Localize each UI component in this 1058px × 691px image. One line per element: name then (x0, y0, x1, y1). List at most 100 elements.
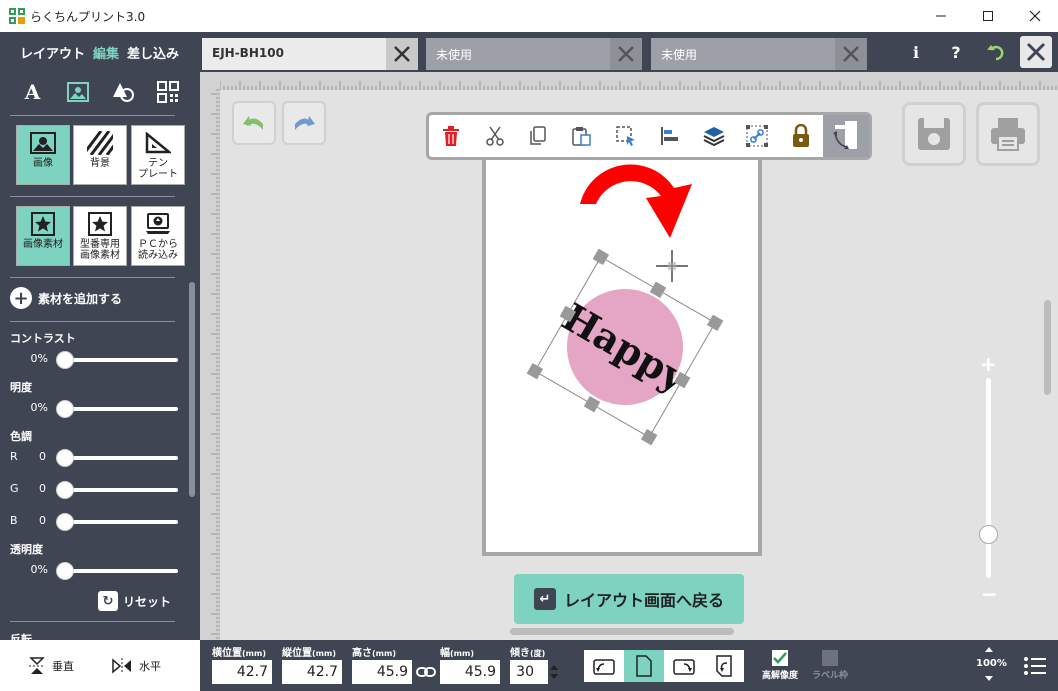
label-frame-toggle[interactable]: ラベル枠 (812, 650, 848, 681)
info-button[interactable]: i (900, 36, 932, 68)
cut-button[interactable] (473, 115, 517, 157)
ruler-triangle-icon (143, 130, 173, 156)
document-tab-1[interactable]: EJH-BH100 (202, 38, 418, 70)
reset-icon: ↻ (98, 591, 118, 611)
green-slider-track[interactable] (66, 488, 178, 492)
brightness-value: 0% (30, 401, 48, 414)
zoom-slider-knob[interactable] (979, 525, 998, 544)
tab-close-button[interactable] (386, 38, 418, 70)
maximize-button[interactable] (965, 0, 1011, 32)
app-logo-icon (9, 8, 25, 24)
transparency-slider-track[interactable] (66, 569, 178, 573)
canvas-redo-button[interactable] (282, 101, 326, 145)
rotate-mode-button[interactable] (823, 115, 869, 157)
help-button[interactable]: ? (940, 36, 972, 68)
image-icon[interactable] (63, 77, 93, 107)
align-left-icon (660, 127, 678, 145)
help-icon: ? (951, 42, 961, 62)
flip-vertical-button[interactable]: 垂直 (11, 650, 91, 682)
shape-icon[interactable] (108, 77, 138, 107)
align-button[interactable] (648, 115, 692, 157)
contrast-slider-knob[interactable] (56, 351, 74, 369)
mode-tab-merge[interactable]: 差し込み (127, 43, 179, 62)
zoom-up-icon[interactable] (984, 644, 994, 654)
layers-button[interactable] (692, 115, 736, 157)
back-to-layout-button[interactable]: ↵ レイアウト画面へ戻る (514, 574, 744, 624)
vertical-scrollbar[interactable] (1044, 300, 1051, 395)
close-icon (618, 46, 634, 62)
document-tab-3[interactable]: 未使用 (651, 38, 867, 70)
plus-icon: + (10, 287, 32, 309)
save-button[interactable] (902, 102, 966, 166)
zoom-down-icon[interactable] (984, 674, 994, 684)
undo-icon (243, 116, 263, 130)
contrast-slider-track[interactable] (66, 358, 178, 362)
text-icon[interactable]: A (18, 77, 48, 107)
save-icon (918, 118, 950, 150)
document-tab-2[interactable]: 未使用 (426, 38, 642, 70)
paste-button[interactable] (560, 115, 604, 157)
qrcode-icon[interactable] (153, 77, 183, 107)
reset-button[interactable]: ↻ リセット (98, 591, 171, 611)
group-button[interactable] (736, 115, 780, 157)
lock-button[interactable] (779, 115, 823, 157)
selected-object[interactable]: Happy (520, 242, 730, 452)
back-to-layout-label: レイアウト画面へ戻る (563, 591, 724, 610)
high-resolution-toggle[interactable]: 高解像度 (762, 650, 798, 681)
aspect-link-icon[interactable] (416, 666, 436, 678)
flip-horizontal-button[interactable]: 水平 (96, 650, 176, 682)
select-button[interactable] (604, 115, 648, 157)
angle-stepper-icon[interactable] (548, 662, 560, 682)
zoom-out-button[interactable]: − (981, 582, 998, 606)
y-position-input[interactable]: 42.7 (282, 660, 342, 684)
window-close-button[interactable] (1012, 0, 1058, 32)
title-bar: らくちんプリント3.0 (0, 0, 1058, 32)
sidebar-scrollbar[interactable] (189, 282, 195, 497)
tile-image-material[interactable]: 画像素材 (16, 206, 70, 266)
tab-close-button[interactable] (610, 38, 642, 70)
angle-input[interactable]: 30 (510, 660, 548, 684)
header-close-button[interactable] (1020, 36, 1052, 68)
editor-canvas[interactable]: Happy ↵ レイアウト画面へ戻る + − (200, 72, 1058, 640)
tab-close-button[interactable] (835, 38, 867, 70)
canvas-undo-button[interactable] (232, 101, 276, 145)
red-slider-knob[interactable] (56, 449, 74, 467)
tile-model-material[interactable]: 型番専用 画像素材 (73, 206, 127, 266)
green-slider-knob[interactable] (56, 481, 74, 499)
minimize-button[interactable] (918, 0, 964, 32)
copy-button[interactable] (517, 115, 561, 157)
rotate-handle-icon (833, 121, 858, 149)
rotation-arrow (580, 164, 692, 238)
tile-template[interactable]: テン プレート (131, 125, 185, 185)
tile-background[interactable]: 背景 (73, 125, 127, 185)
mode-tab-edit[interactable]: 編集 (93, 43, 119, 62)
header-undo-button[interactable] (980, 36, 1012, 68)
height-input[interactable]: 45.9 (352, 660, 412, 684)
width-input[interactable]: 45.9 (440, 660, 500, 684)
rotate-left-button[interactable] (584, 650, 624, 682)
rotate-180-button[interactable] (704, 650, 744, 682)
add-material-button[interactable]: + 素材を追加する (10, 287, 122, 309)
tile-label: テン プレート (138, 158, 178, 180)
zoom-slider-track[interactable] (986, 378, 991, 578)
portrait-button[interactable] (624, 650, 664, 682)
brightness-slider-track[interactable] (66, 407, 178, 411)
info-icon: i (912, 42, 920, 62)
x-position-input[interactable]: 42.7 (212, 660, 272, 684)
rotate-right-button[interactable] (664, 650, 704, 682)
red-slider-track[interactable] (66, 456, 178, 460)
delete-button[interactable] (429, 115, 473, 157)
horizontal-scrollbar[interactable] (510, 628, 734, 635)
property-bar: 横位置(mm) 42.7 縦位置(mm) 42.7 高さ(mm) 45.9 幅(… (200, 640, 1058, 691)
blue-slider-knob[interactable] (56, 513, 74, 531)
divider (10, 115, 175, 116)
menu-button[interactable] (1018, 650, 1052, 682)
zoom-in-button[interactable]: + (980, 352, 997, 376)
print-button[interactable] (976, 102, 1040, 166)
brightness-slider-knob[interactable] (56, 400, 74, 418)
transparency-slider-knob[interactable] (56, 562, 74, 580)
tile-image[interactable]: 画像 (16, 125, 70, 185)
mode-tab-layout[interactable]: レイアウト (20, 43, 85, 62)
blue-slider-track[interactable] (66, 520, 178, 524)
tile-load-from-pc[interactable]: ＰＣから 読み込み (131, 206, 185, 266)
